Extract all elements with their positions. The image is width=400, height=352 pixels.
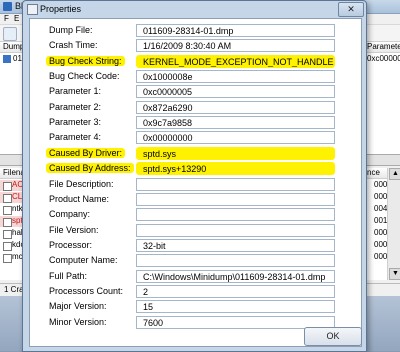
scroll-up-icon[interactable]: ▲	[389, 168, 400, 180]
app-icon	[3, 2, 12, 11]
property-value-field[interactable]: sptd.sys	[136, 146, 335, 160]
property-value-field[interactable]: 0x9c7a9858	[136, 116, 335, 130]
driver-file-icon	[3, 218, 12, 227]
property-label: Full Path:	[49, 270, 88, 281]
driver-file-icon	[3, 230, 12, 239]
column-header-filename[interactable]: Filename	[0, 168, 23, 179]
property-label: Parameter 2:	[49, 101, 102, 112]
driver-file-icon	[3, 194, 12, 203]
driver-file-icon	[3, 182, 12, 191]
dialog-titlebar[interactable]: Properties ✕	[23, 1, 366, 17]
property-value-field[interactable]: 32-bit	[136, 238, 335, 252]
property-value-field[interactable]: 15	[136, 300, 335, 314]
properties-icon	[27, 4, 38, 15]
property-value-field[interactable]: 0x872a6290	[136, 100, 335, 114]
dialog-title: Properties	[40, 4, 82, 14]
driver-file-icon	[3, 206, 12, 215]
property-label: Processors Count:	[49, 285, 124, 296]
property-value-field[interactable]: KERNEL_MODE_EXCEPTION_NOT_HANDLED	[136, 54, 335, 68]
property-label: Parameter 3:	[49, 117, 102, 128]
property-value-field[interactable]	[136, 223, 335, 237]
property-value-field[interactable]: 0x1000008e	[136, 70, 335, 84]
property-label: Computer Name:	[49, 255, 118, 266]
property-value-field[interactable]: C:\Windows\Minidump\011609-28314-01.dmp	[136, 269, 335, 283]
property-label: Processor:	[49, 239, 93, 250]
driver-list-scrollbar[interactable]: ▲ ▼	[387, 168, 400, 280]
property-label: Crash Time:	[49, 40, 98, 51]
property-value-field[interactable]: sptd.sys+13290	[136, 162, 335, 176]
property-label: Parameter 4:	[49, 132, 102, 143]
close-button[interactable]: ✕	[338, 2, 364, 17]
property-label: Dump File:	[49, 25, 93, 35]
properties-dialog: Properties ✕ Dump File: 011609-28314-01.d…	[22, 0, 367, 352]
property-value-field[interactable]: 011609-28314-01.dmp	[136, 24, 335, 37]
property-value-field[interactable]	[136, 192, 335, 206]
column-header-dump-file[interactable]: Dump Fi	[0, 42, 23, 53]
dump-file-icon	[3, 55, 11, 63]
property-label: Parameter 1:	[49, 86, 102, 97]
property-value-field[interactable]: 1/16/2009 8:30:40 AM	[136, 39, 335, 53]
save-icon[interactable]	[3, 27, 17, 41]
properties-panel: Dump File: 011609-28314-01.dmp Crash Time:…	[29, 18, 362, 347]
property-label: Major Version:	[49, 301, 107, 312]
driver-file-icon	[3, 254, 12, 263]
property-value-field[interactable]: 2	[136, 284, 335, 298]
property-label: Product Name:	[49, 193, 110, 204]
property-value-field[interactable]: 0x00000000	[136, 131, 335, 145]
property-label: File Description:	[49, 178, 114, 189]
property-label: Bug Check Code:	[49, 71, 120, 82]
property-label: Caused By Driver:	[46, 147, 126, 158]
property-value-field[interactable]	[136, 208, 335, 222]
property-label: Caused By Address:	[46, 163, 134, 174]
menu-file[interactable]: F	[4, 14, 9, 23]
crash-row-parameter: 0xc000005	[367, 54, 400, 63]
property-value-field[interactable]	[136, 177, 335, 191]
property-label: Company:	[49, 209, 91, 220]
ok-button[interactable]: OK	[304, 327, 362, 346]
scroll-down-icon[interactable]: ▼	[389, 268, 400, 280]
column-header-parameter[interactable]: Parameter	[364, 42, 400, 53]
property-value-field[interactable]: 0xc0000005	[136, 85, 335, 99]
property-label: Bug Check String:	[46, 55, 125, 66]
property-value-field[interactable]	[136, 254, 335, 268]
menu-edit[interactable]: E	[14, 14, 19, 23]
property-label: Minor Version:	[49, 316, 107, 327]
driver-file-icon	[3, 242, 12, 251]
property-label: File Version:	[49, 224, 99, 235]
